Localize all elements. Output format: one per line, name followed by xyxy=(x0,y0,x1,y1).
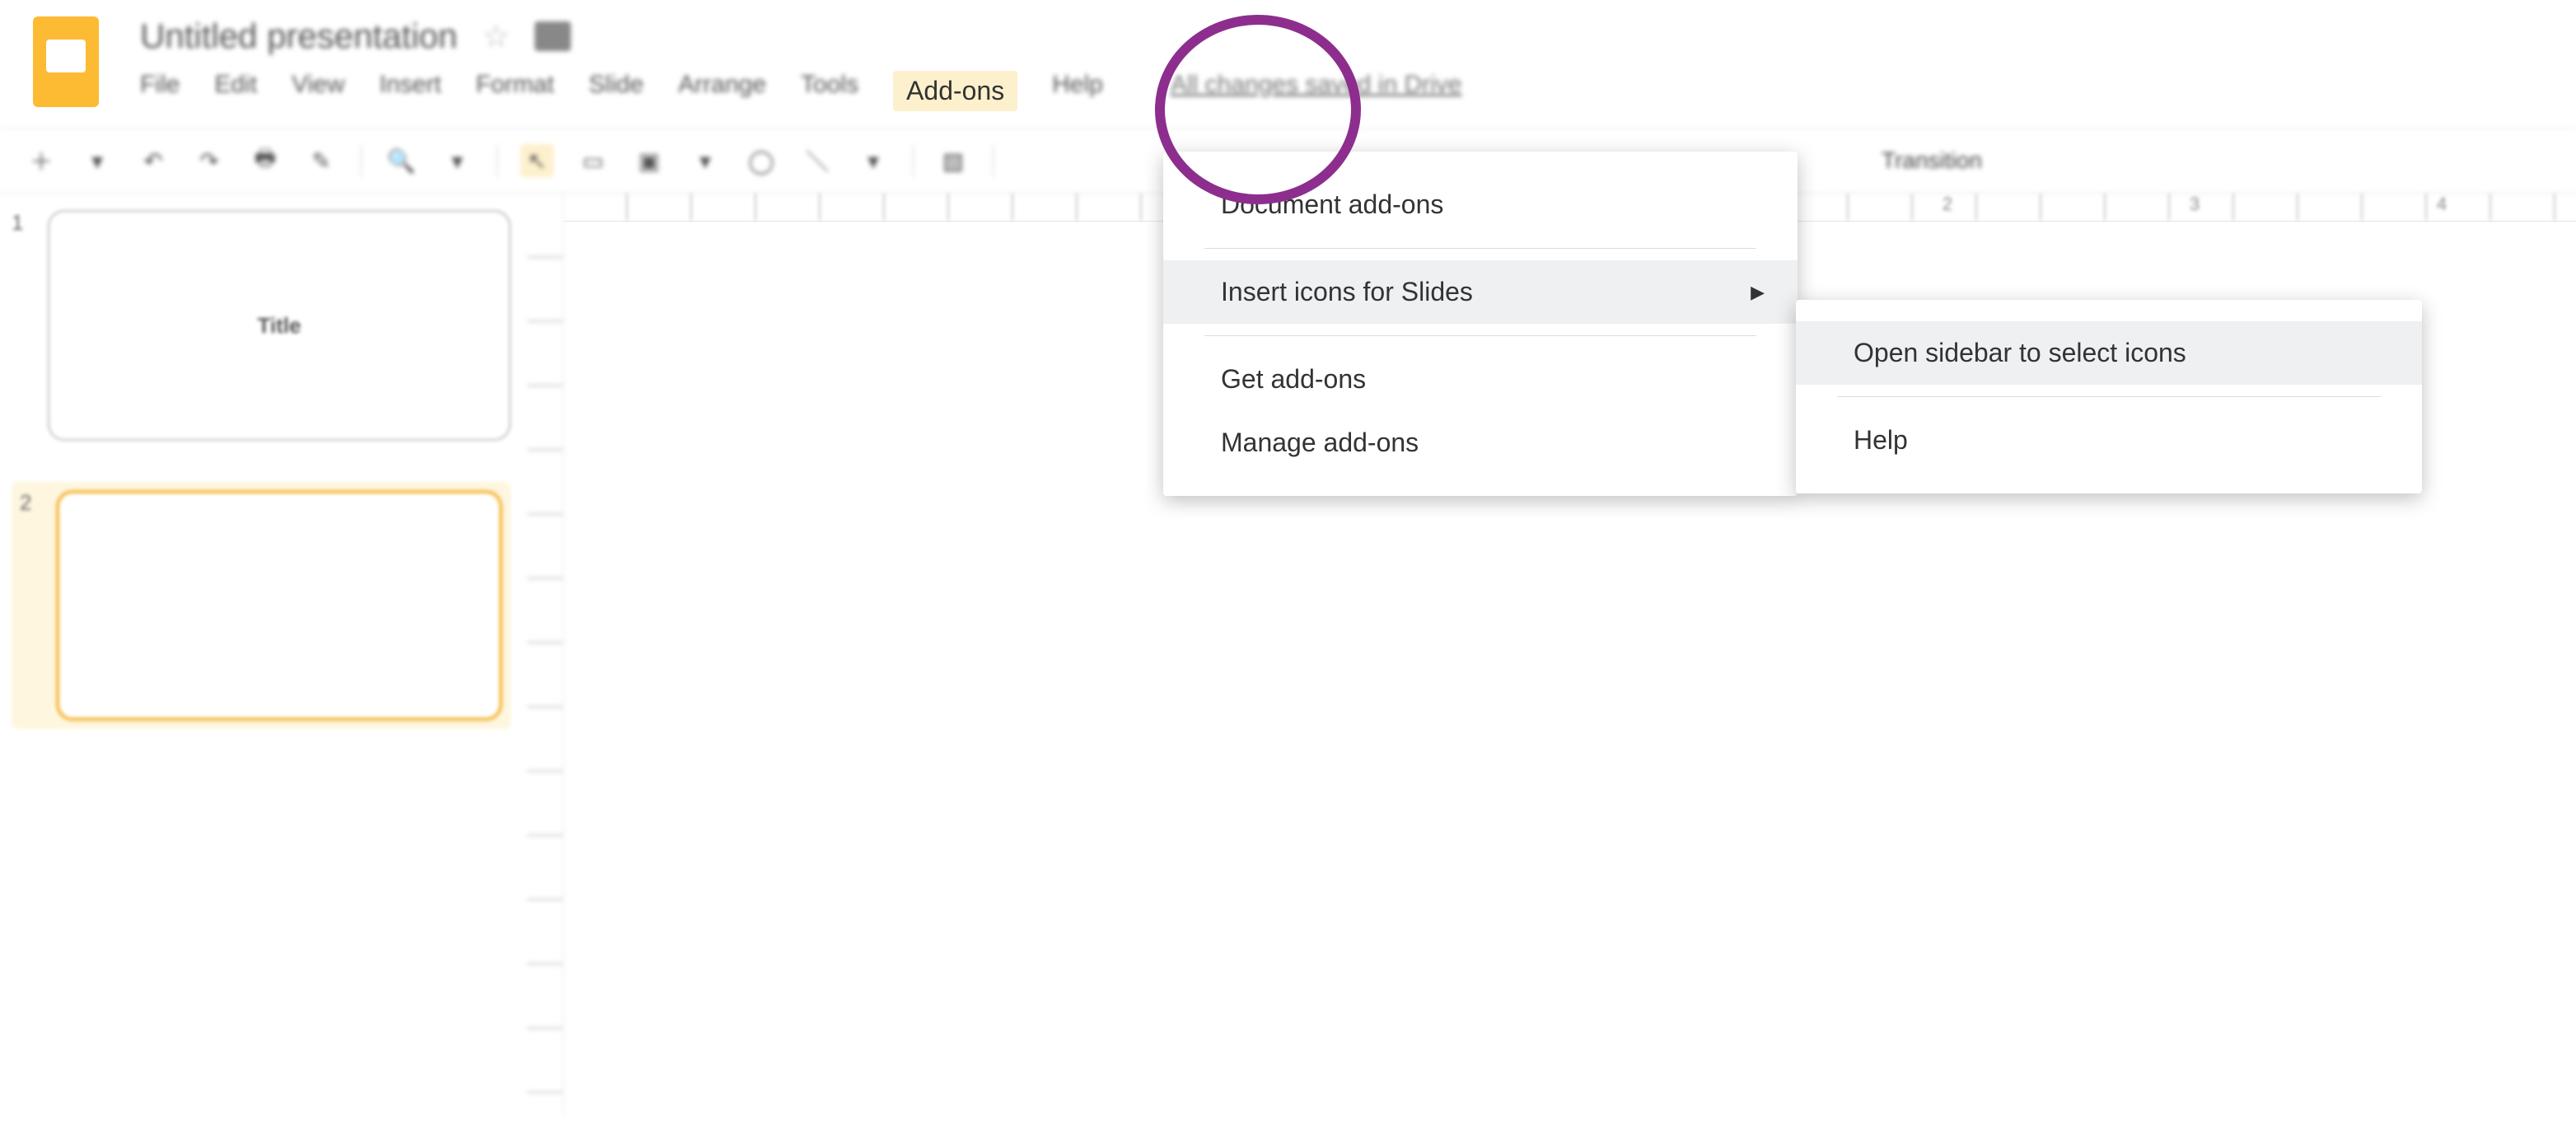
toolbar-separator xyxy=(913,144,914,177)
submenu-item-open-sidebar[interactable]: Open sidebar to select icons xyxy=(1796,321,2422,385)
menu-slide[interactable]: Slide xyxy=(589,71,644,111)
addons-dropdown: Document add-ons Insert icons for Slides… xyxy=(1163,152,1798,496)
image-button[interactable]: ▣ xyxy=(633,144,666,177)
zoom-button[interactable]: 🔍 xyxy=(385,144,418,177)
line-button[interactable]: ＼ xyxy=(801,144,834,177)
ruler-mark: 3 xyxy=(2071,194,2318,215)
menu-item-insert-icons[interactable]: Insert icons for Slides ▶ xyxy=(1163,260,1798,324)
menubar: File Edit View Insert Format Slide Arran… xyxy=(140,71,2560,111)
menu-item-label: Insert icons for Slides xyxy=(1221,277,1473,306)
menu-tools[interactable]: Tools xyxy=(801,71,858,111)
dropdown-icon[interactable]: ▾ xyxy=(689,144,722,177)
menu-format[interactable]: Format xyxy=(476,71,554,111)
submenu-arrow-icon: ▶ xyxy=(1751,282,1765,303)
save-status[interactable]: All changes saved in Drive xyxy=(1171,71,1462,111)
textbox-button[interactable]: ▭ xyxy=(577,144,610,177)
menu-separator xyxy=(1837,396,2381,397)
menu-help[interactable]: Help xyxy=(1052,71,1103,111)
thumb-number: 2 xyxy=(20,490,40,721)
transition-button[interactable]: Transition xyxy=(1882,147,1982,174)
menu-view[interactable]: View xyxy=(292,71,344,111)
redo-button[interactable]: ↷ xyxy=(193,144,226,177)
menu-arrange[interactable]: Arrange xyxy=(678,71,766,111)
slide-thumbnail-panel: 1 Title 2 xyxy=(0,194,527,1115)
toolbar-separator xyxy=(497,144,498,177)
ruler-mark: 4 xyxy=(2318,194,2565,215)
menu-separator xyxy=(1204,335,1756,336)
select-tool-button[interactable]: ↖ xyxy=(521,144,554,177)
slide-thumb-2[interactable]: 2 xyxy=(12,482,511,729)
doc-title[interactable]: Untitled presentation xyxy=(140,16,457,56)
new-slide-button[interactable]: ＋ xyxy=(25,144,58,177)
slides-logo-icon xyxy=(33,16,99,107)
dropdown-icon[interactable]: ▾ xyxy=(441,144,474,177)
toolbar-separator xyxy=(361,144,362,177)
menu-item-get-addons[interactable]: Get add-ons xyxy=(1163,348,1798,411)
menu-edit[interactable]: Edit xyxy=(214,71,257,111)
menu-item-document-addons[interactable]: Document add-ons xyxy=(1163,173,1798,236)
menu-addons[interactable]: Add-ons xyxy=(893,71,1017,111)
thumb-preview xyxy=(56,490,503,721)
menu-item-manage-addons[interactable]: Manage add-ons xyxy=(1163,411,1798,475)
dropdown-icon[interactable]: ▾ xyxy=(857,144,890,177)
insert-icons-submenu: Open sidebar to select icons Help xyxy=(1796,300,2422,493)
menu-insert[interactable]: Insert xyxy=(380,71,442,111)
paint-format-button[interactable]: ✎ xyxy=(305,144,338,177)
print-button[interactable]: 🖶 xyxy=(249,144,282,177)
folder-icon[interactable] xyxy=(535,21,571,51)
comment-button[interactable]: ▧ xyxy=(937,144,970,177)
thumb-preview: Title xyxy=(48,210,511,441)
star-icon[interactable]: ☆ xyxy=(482,18,510,55)
thumb-number: 1 xyxy=(12,210,31,441)
submenu-item-help[interactable]: Help xyxy=(1796,409,2422,472)
shape-button[interactable]: ◯ xyxy=(745,144,778,177)
menu-file[interactable]: File xyxy=(140,71,180,111)
undo-button[interactable]: ↶ xyxy=(137,144,170,177)
slide-thumb-1[interactable]: 1 Title xyxy=(12,210,511,441)
app-header: Untitled presentation ☆ File Edit View I… xyxy=(0,0,2576,111)
vertical-ruler xyxy=(527,194,563,1115)
thumb-label: Title xyxy=(258,313,302,339)
dropdown-icon[interactable]: ▾ xyxy=(81,144,114,177)
menu-separator xyxy=(1204,248,1756,249)
ruler-mark: 2 xyxy=(1824,194,2071,215)
doc-area: Untitled presentation ☆ File Edit View I… xyxy=(140,16,2560,111)
